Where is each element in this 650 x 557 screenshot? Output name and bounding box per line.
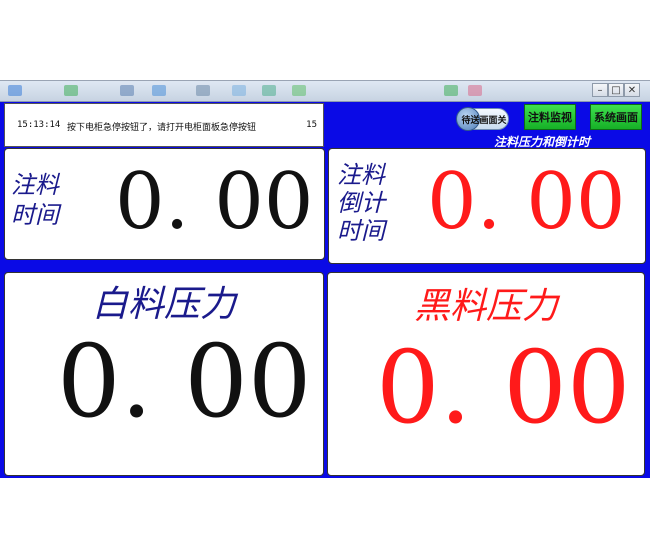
white-pressure-panel: 白料压力 0. 00 [4,272,324,476]
close-button[interactable]: ✕ [624,83,640,97]
countdown-panel: 注料 倒计 时间 0. 00 [328,148,646,264]
music-icon [468,85,482,96]
play-icon [444,85,458,96]
white-pressure-value: 0. 00 [57,323,312,440]
tool-icon [120,85,134,96]
inject-time-panel: 注料 时间 0. 00 [4,148,325,260]
inject-time-label-line1: 注料 [11,171,59,199]
countdown-label-line2: 倒计 [337,189,385,217]
arrow-icon [64,85,78,96]
alarm-text: 按下电柜急停按钮了，请打开电柜面板急停按钮 [67,123,257,133]
alarm-time: 15:13:14 [17,120,61,130]
black-pressure-panel: 黑料压力 0. 00 [327,272,645,476]
system-screen-button[interactable]: 系统画面 [590,104,642,130]
window-icon [232,85,246,96]
countdown-label-line3: 时间 [337,217,385,245]
inject-time-value: 0. 00 [115,157,314,247]
alarm-count: 15 [306,120,317,130]
minimize-button[interactable]: – [592,83,608,97]
white-pressure-label: 白料压力 [91,284,236,325]
image-icon [262,85,276,96]
inject-time-label-line2: 时间 [11,201,59,229]
monitor-icon [196,85,210,96]
title-bar: – □ ✕ [0,81,650,102]
standby-screen-toggle[interactable]: 待送画面关 [456,107,509,131]
link-icon [292,85,306,96]
toggle-label: 待送画面关 [461,116,507,126]
alarm-message-bar: 15:13:14 按下电柜急停按钮了，请打开电柜面板急停按钮 15 [4,103,324,147]
countdown-value: 0. 00 [427,157,626,247]
black-pressure-label: 黑料压力 [413,286,558,327]
countdown-label-line1: 注料 [337,161,385,189]
app-icon [8,85,22,96]
inject-monitor-button[interactable]: 注料监视 [524,104,576,130]
maximize-button[interactable]: □ [608,83,624,97]
save-icon [152,85,166,96]
app-window: – □ ✕ 15:13:14 按下电柜急停按钮了，请打开电柜面板急停按钮 15 … [0,80,650,478]
black-pressure-value: 0. 00 [376,329,631,446]
